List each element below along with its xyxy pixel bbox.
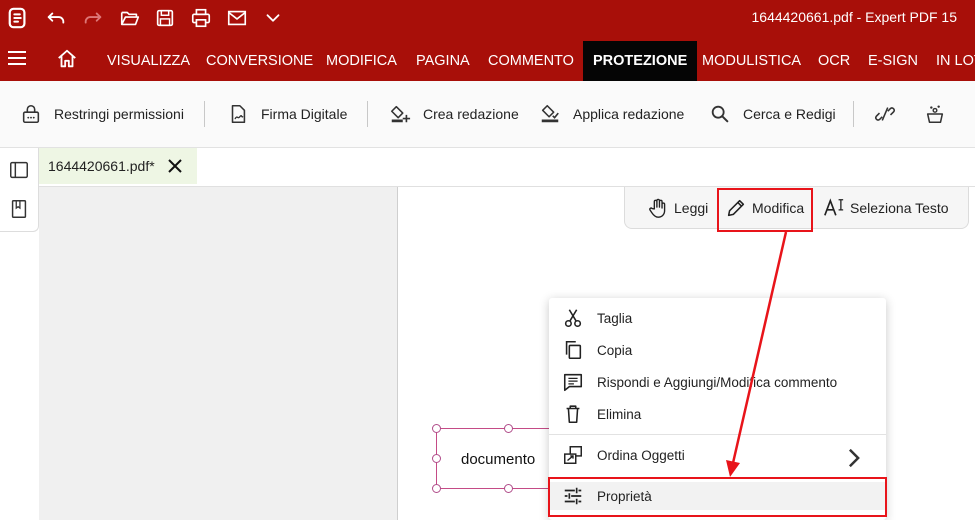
read-mode-button[interactable]: Leggi bbox=[647, 195, 708, 221]
apply-redaction-button[interactable]: Applica redazione bbox=[539, 99, 684, 129]
side-panel-strip bbox=[0, 148, 39, 232]
create-redaction-button[interactable]: Crea redazione bbox=[389, 99, 519, 129]
read-mode-label: Leggi bbox=[674, 200, 709, 216]
ribbon-toolbar: Restringi permissioni Firma Digitale Cre… bbox=[0, 81, 975, 148]
title-bar: 1644420661.pdf - Expert PDF 15 bbox=[0, 0, 975, 36]
resize-handle[interactable] bbox=[432, 454, 441, 463]
select-text-label: Seleziona Testo bbox=[850, 200, 949, 216]
menu-item-delete[interactable]: Elimina bbox=[549, 400, 886, 428]
digital-signature-label: Firma Digitale bbox=[261, 106, 348, 122]
menu-divider bbox=[549, 434, 886, 435]
chevron-right-icon bbox=[848, 448, 860, 468]
lock-icon bbox=[22, 104, 40, 124]
chevron-down-icon[interactable] bbox=[259, 4, 287, 32]
undo-icon[interactable] bbox=[42, 4, 70, 32]
hamburger-menu-icon[interactable] bbox=[8, 50, 28, 66]
apply-redaction-icon bbox=[541, 104, 559, 123]
select-text-button[interactable]: Seleziona Testo bbox=[823, 195, 949, 221]
menu-item-copy-label: Copia bbox=[597, 342, 633, 358]
menu-item-arrange-label: Ordina Oggetti bbox=[597, 447, 685, 463]
arrange-objects-icon bbox=[564, 446, 582, 464]
create-redaction-icon bbox=[390, 105, 411, 123]
bookmark-icon[interactable] bbox=[8, 198, 30, 220]
tab-e-sign[interactable]: E-SIGN bbox=[868, 41, 918, 81]
unlink-icon bbox=[875, 107, 895, 121]
scissors-icon bbox=[564, 309, 582, 328]
sanitize-icon bbox=[926, 105, 944, 124]
tab-ocr[interactable]: OCR bbox=[818, 41, 850, 81]
app-logo-icon[interactable] bbox=[4, 4, 32, 32]
resize-handle[interactable] bbox=[432, 424, 441, 433]
menu-item-copy[interactable]: Copia bbox=[549, 336, 886, 364]
print-icon[interactable] bbox=[187, 4, 215, 32]
textbox-text: documento bbox=[461, 451, 536, 468]
close-icon[interactable] bbox=[167, 158, 183, 174]
restrict-permissions-button[interactable]: Restringi permissioni bbox=[20, 99, 184, 129]
menu-item-comment-label: Rispondi e Aggiungi/Modifica commento bbox=[597, 374, 838, 390]
tab-pagina[interactable]: PAGINA bbox=[416, 41, 470, 81]
tab-modifica[interactable]: MODIFICA bbox=[326, 41, 397, 81]
search-redact-label: Cerca e Redigi bbox=[743, 106, 836, 122]
menu-item-delete-label: Elimina bbox=[597, 406, 642, 422]
panel-toggle-icon[interactable] bbox=[8, 159, 30, 181]
window-title-filename: 1644420661.pdf bbox=[751, 9, 853, 25]
apply-redaction-label: Applica redazione bbox=[573, 106, 685, 122]
tab-protezione[interactable]: PROTEZIONE bbox=[583, 41, 698, 81]
tab-conversione[interactable]: CONVERSIONE bbox=[206, 41, 313, 81]
resize-handle[interactable] bbox=[504, 424, 513, 433]
text-cursor-icon bbox=[824, 198, 844, 216]
search-icon bbox=[711, 105, 729, 123]
trash-icon bbox=[566, 405, 580, 424]
hand-icon bbox=[649, 198, 666, 218]
signature-document-icon bbox=[231, 104, 246, 124]
tab-commento[interactable]: COMMENTO bbox=[488, 41, 574, 81]
resize-handle[interactable] bbox=[432, 484, 441, 493]
resize-handle[interactable] bbox=[504, 484, 513, 493]
sanitize-document-button[interactable] bbox=[924, 99, 958, 129]
copy-icon bbox=[565, 340, 582, 360]
menu-item-cut-label: Taglia bbox=[597, 310, 633, 326]
restrict-permissions-label: Restringi permissioni bbox=[54, 106, 184, 122]
document-tab-label: 1644420661.pdf* bbox=[48, 158, 155, 174]
menu-bar: VISUALIZZA CONVERSIONE MODIFICA PAGINA C… bbox=[0, 36, 975, 81]
create-redaction-label: Crea redazione bbox=[423, 106, 519, 122]
open-folder-icon[interactable] bbox=[116, 4, 144, 32]
ribbon-separator bbox=[367, 101, 368, 127]
menu-item-arrange-objects[interactable]: Ordina Oggetti bbox=[549, 441, 886, 469]
digital-signature-button[interactable]: Firma Digitale bbox=[227, 99, 347, 129]
menu-item-cut[interactable]: Taglia bbox=[549, 304, 886, 332]
home-icon[interactable] bbox=[56, 48, 78, 70]
menu-item-comment[interactable]: Rispondi e Aggiungi/Modifica commento bbox=[549, 368, 886, 396]
email-icon[interactable] bbox=[223, 4, 251, 32]
window-title: 1644420661.pdf - Expert PDF 15 bbox=[752, 9, 958, 25]
tab-visualizza[interactable]: VISUALIZZA bbox=[107, 41, 190, 81]
tab-modulistica[interactable]: MODULISTICA bbox=[702, 41, 801, 81]
window-title-separator: - bbox=[852, 9, 866, 25]
remove-links-button[interactable] bbox=[874, 99, 908, 129]
highlight-edit-mode bbox=[717, 188, 813, 232]
redo-icon[interactable] bbox=[79, 4, 107, 32]
search-redact-button[interactable]: Cerca e Redigi bbox=[709, 99, 836, 129]
ribbon-separator bbox=[853, 101, 854, 127]
highlight-properties bbox=[548, 477, 887, 517]
window-title-app: Expert PDF 15 bbox=[865, 9, 957, 25]
workspace-background bbox=[39, 187, 397, 520]
comment-icon bbox=[563, 373, 583, 392]
document-tab[interactable]: 1644420661.pdf* bbox=[39, 148, 197, 184]
ribbon-separator bbox=[204, 101, 205, 127]
tab-in-lotti[interactable]: IN LOTTI bbox=[936, 41, 975, 81]
save-icon[interactable] bbox=[151, 4, 179, 32]
